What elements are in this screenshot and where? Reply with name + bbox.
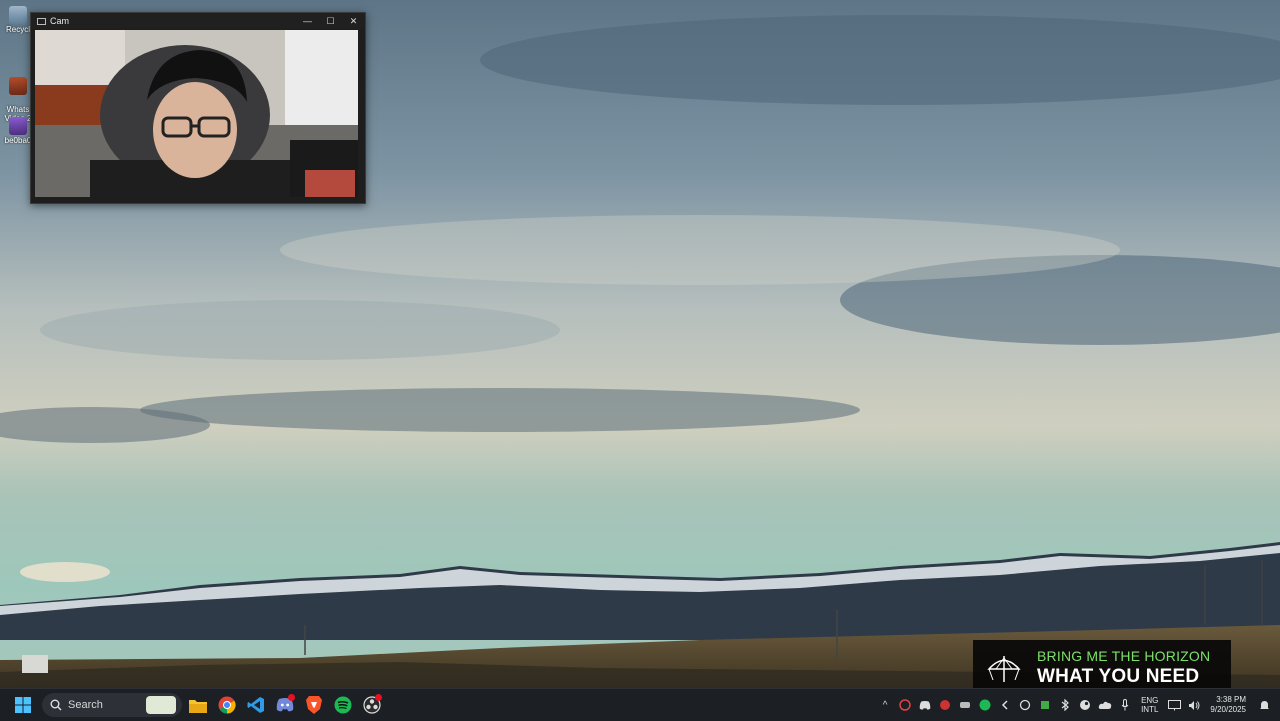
taskbar-search[interactable] <box>42 693 182 717</box>
close-button[interactable]: ✕ <box>342 13 365 29</box>
taskbar-app-discord[interactable] <box>272 692 298 718</box>
clock-date: 9/20/2025 <box>1210 705 1246 714</box>
monitor-network-icon <box>1167 699 1181 710</box>
umbrella-logo-icon <box>987 656 1021 682</box>
spotify-tray-icon <box>979 699 991 711</box>
tray-spotify-icon[interactable] <box>975 695 995 715</box>
vscode-icon <box>247 697 264 713</box>
file-explorer-icon <box>189 699 207 713</box>
bluetooth-icon <box>1061 699 1069 711</box>
microphone-icon <box>1121 699 1129 711</box>
tray-app-4-icon <box>1002 700 1008 710</box>
tray-app-icon-3[interactable] <box>955 695 975 715</box>
network-icon[interactable] <box>1164 695 1184 715</box>
clock-time: 3:38 PM <box>1216 695 1246 704</box>
tray-discord-icon[interactable] <box>915 695 935 715</box>
chrome-icon <box>218 696 236 714</box>
cam-window[interactable]: Cam — ☐ ✕ <box>30 12 366 204</box>
webcam-feed <box>35 30 358 197</box>
tray-bluetooth-icon[interactable] <box>1055 695 1075 715</box>
webcam-image <box>35 30 358 197</box>
tray-app-icon-6[interactable] <box>1035 695 1055 715</box>
system-tray: ^ ENG INTL 3:38 PM 9/20/2025 <box>875 689 1280 721</box>
notification-center-icon[interactable] <box>1254 695 1274 715</box>
image-file-icon <box>9 117 27 135</box>
tray-onedrive-icon[interactable] <box>1095 695 1115 715</box>
windows-logo-icon <box>15 697 31 713</box>
notification-badge <box>288 694 295 701</box>
now-playing-title: WHAT YOU NEED <box>1037 666 1200 687</box>
tray-app-icon-4[interactable] <box>995 695 1015 715</box>
input-language-indicator[interactable]: ENG INTL <box>1141 696 1158 714</box>
now-playing-artist: BRING ME THE HORIZON <box>1037 648 1211 664</box>
start-button[interactable] <box>8 691 38 719</box>
recycle-bin-icon <box>9 6 27 24</box>
steam-icon <box>1080 700 1091 710</box>
language-code: ENG <box>1141 696 1159 705</box>
system-clock[interactable]: 3:38 PM 9/20/2025 <box>1210 695 1246 715</box>
taskbar: ^ <box>0 688 1280 721</box>
window-title: Cam <box>50 16 70 26</box>
taskbar-app-file-explorer[interactable] <box>185 692 211 718</box>
bell-icon <box>1259 700 1269 709</box>
discord-tray-icon <box>919 700 931 710</box>
now-playing-widget: BRING ME THE HORIZON WHAT YOU NEED <box>973 640 1231 690</box>
tray-app-5-icon <box>1019 699 1031 711</box>
cloud-icon <box>1098 701 1112 709</box>
taskbar-app-vscode[interactable] <box>243 692 269 718</box>
keyboard-layout: INTL <box>1141 705 1159 714</box>
tray-app-icon-2[interactable] <box>935 695 955 715</box>
search-input[interactable] <box>68 699 138 711</box>
taskbar-app-obs[interactable] <box>359 692 385 718</box>
taskbar-app-chrome[interactable] <box>214 692 240 718</box>
tray-app-icon[interactable] <box>895 695 915 715</box>
tray-microphone-icon[interactable] <box>1115 695 1135 715</box>
tray-red-circle-icon <box>899 699 911 711</box>
brave-icon <box>306 696 322 714</box>
tray-app-2-icon <box>940 700 951 710</box>
show-hidden-icons-chevron-up-icon[interactable]: ^ <box>875 695 895 715</box>
maximize-button[interactable]: ☐ <box>319 13 342 29</box>
spotify-icon <box>334 696 352 714</box>
search-icon <box>50 699 62 711</box>
desktop-icon-label: be0ba0 <box>4 136 32 145</box>
minimize-button[interactable]: — <box>296 13 319 29</box>
volume-icon[interactable] <box>1184 695 1204 715</box>
window-app-icon <box>37 17 46 25</box>
speaker-icon <box>1188 700 1200 710</box>
desktop-icon-label: Recycl <box>5 25 30 34</box>
search-highlight-icon <box>146 696 176 714</box>
taskbar-app-brave[interactable] <box>301 692 327 718</box>
tray-steam-icon[interactable] <box>1075 695 1095 715</box>
video-file-icon <box>9 77 27 95</box>
tray-app-icon-5[interactable] <box>1015 695 1035 715</box>
tray-app-6-icon <box>1041 701 1050 709</box>
recording-indicator <box>375 694 382 701</box>
taskbar-app-spotify[interactable] <box>330 692 356 718</box>
cam-titlebar[interactable]: Cam — ☐ ✕ <box>31 13 365 29</box>
tray-app-3-icon <box>960 702 971 708</box>
